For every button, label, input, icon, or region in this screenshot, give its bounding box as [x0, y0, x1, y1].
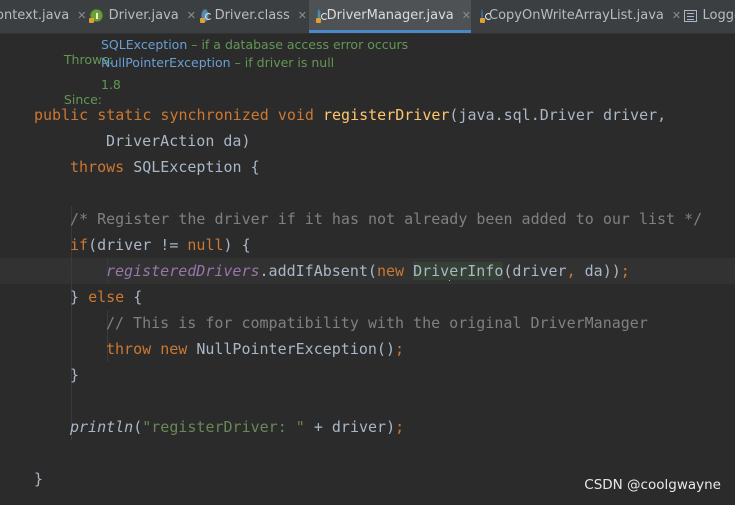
tab-label: Driver.class: [214, 8, 290, 23]
javadoc-throws-entry: NullPointerException – if driver is null: [101, 55, 335, 70]
javadoc-throws-entry: SQLException – if a database access erro…: [101, 37, 409, 52]
tab-label: Driver.java: [108, 8, 179, 23]
code-line: DriverAction da): [106, 132, 251, 150]
tab-label: ontext.java: [0, 8, 70, 23]
code-line-current: registeredDrivers.addIfAbsent(new Driver…: [106, 262, 630, 281]
code-line: if(driver != null) {: [70, 236, 251, 254]
code-line: println("registerDriver: " + driver);: [70, 418, 405, 436]
tab-label: CopyOnWriteArrayList.java: [489, 8, 664, 23]
tab-driver-class[interactable]: Driver.class ✕: [199, 0, 307, 33]
code-line: // This is for compatibility with the or…: [106, 314, 648, 332]
tab-label: DriverManager.java: [326, 7, 454, 23]
close-icon[interactable]: ✕: [298, 9, 307, 22]
editor-tab-bar: ontext.java ✕ Driver.java ✕ Driver.class…: [0, 0, 735, 34]
class-icon: [316, 8, 327, 23]
sqlexception-link[interactable]: SQLException: [101, 37, 187, 52]
code-line: throws SQLException {: [70, 158, 260, 176]
code-line: throw new NullPointerException();: [106, 340, 405, 358]
code-line: }: [70, 366, 80, 384]
close-icon[interactable]: ✕: [187, 9, 196, 22]
code-line: }: [34, 470, 44, 488]
structure-icon: [684, 9, 697, 22]
nullpointerexception-link[interactable]: NullPointerException: [101, 55, 231, 70]
code-line: /* Register the driver if it has not alr…: [70, 210, 703, 228]
tab-logger[interactable]: Logge: [682, 0, 735, 33]
tab-driver-java[interactable]: Driver.java ✕: [88, 0, 196, 33]
watermark: CSDN @coolgwayne: [584, 477, 721, 493]
close-icon[interactable]: ✕: [462, 9, 471, 22]
code-line: public static synchronized void register…: [34, 106, 667, 124]
class-icon: [200, 9, 212, 23]
code-editor[interactable]: Throws: SQLException – if a database acc…: [0, 34, 735, 505]
javadoc-since-value: 1.8: [101, 77, 121, 92]
close-icon[interactable]: ✕: [77, 9, 86, 22]
close-icon[interactable]: ✕: [672, 9, 681, 22]
tab-drivermanager-java[interactable]: DriverManager.java ✕: [309, 0, 471, 33]
code-line: } else {: [70, 288, 143, 306]
tab-label: Logge: [702, 8, 735, 23]
tab-context-java[interactable]: ontext.java ✕: [0, 0, 86, 33]
interface-icon: [89, 9, 103, 23]
tab-copyonwritearraylist-java[interactable]: CopyOnWriteArrayList.java ✕: [479, 0, 681, 33]
class-icon: [480, 9, 492, 23]
